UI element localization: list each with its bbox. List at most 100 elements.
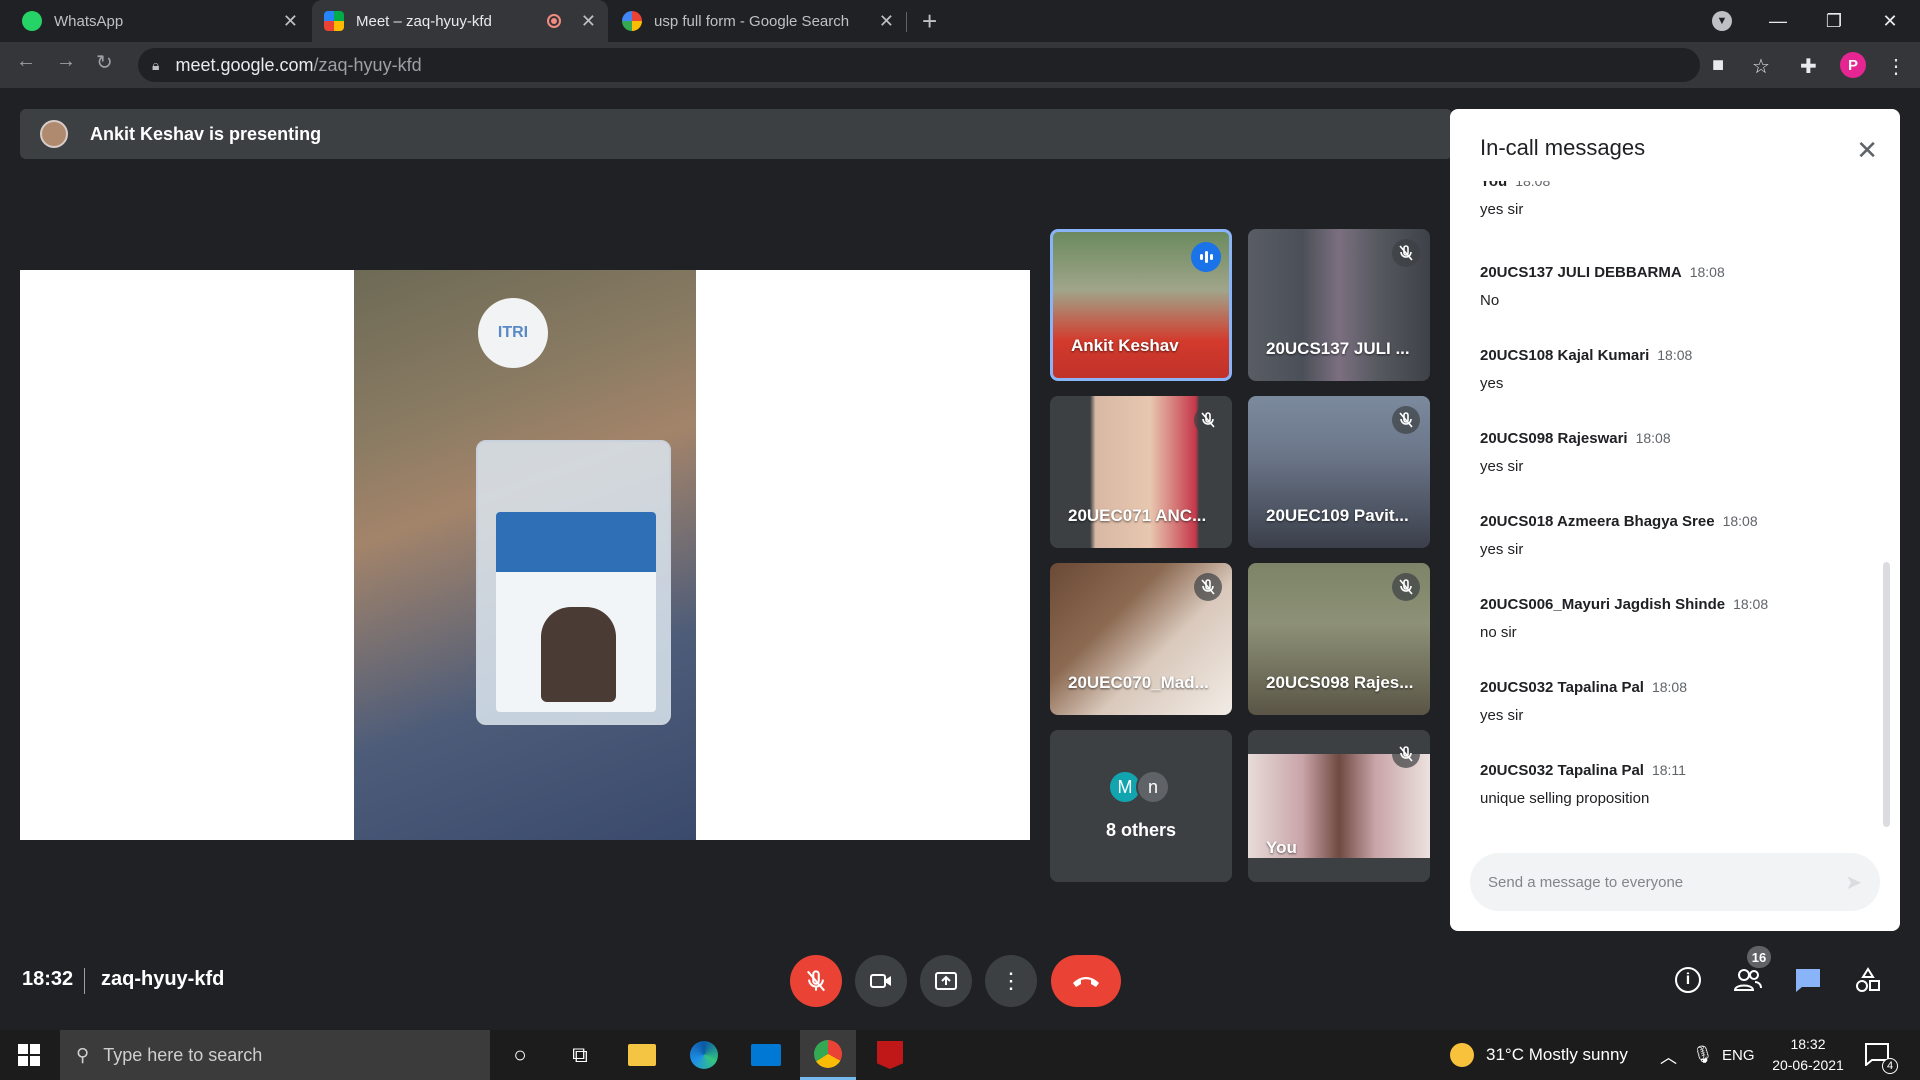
more-options-button[interactable]: ⋮ — [985, 955, 1037, 1007]
close-tab-icon[interactable]: ✕ — [879, 11, 894, 32]
message-time: 18:08 — [1651, 679, 1688, 695]
new-tab-button[interactable]: + — [922, 6, 937, 37]
others-tile[interactable]: M n 8 others — [1050, 730, 1232, 882]
message-text: yes sir — [1480, 201, 1524, 218]
mic-off-icon — [806, 970, 826, 992]
meeting-details-button[interactable]: i — [1672, 964, 1704, 996]
message-input[interactable]: Send a message to everyone ➤ — [1470, 853, 1880, 911]
participant-tile[interactable]: 20UEC070_Mad... — [1050, 563, 1232, 715]
participant-tile[interactable]: 20UEC071 ANC... — [1050, 396, 1232, 548]
mail-icon[interactable] — [738, 1030, 794, 1080]
self-tile[interactable]: You — [1248, 730, 1430, 882]
show-hidden-icons[interactable]: ︿ — [1660, 1030, 1677, 1080]
input-language[interactable]: ENG — [1722, 1030, 1755, 1080]
close-tab-icon[interactable]: ✕ — [283, 11, 298, 32]
minimize-button[interactable]: — — [1750, 0, 1806, 42]
taskbar-search-placeholder: Type here to search — [103, 1044, 263, 1065]
tab-whatsapp[interactable]: WhatsApp ✕ — [10, 0, 310, 42]
panel-title: In-call messages — [1480, 135, 1646, 160]
mcafee-icon[interactable] — [862, 1030, 918, 1080]
file-explorer-icon[interactable] — [614, 1030, 670, 1080]
extensions-icon[interactable]: ✚ — [1800, 54, 1817, 79]
close-window-button[interactable]: ✕ — [1862, 0, 1918, 42]
toggle-camera-button[interactable] — [855, 955, 907, 1007]
camera-in-use-icon[interactable]: ■ — [1712, 54, 1724, 77]
tab-title: usp full form - Google Search — [654, 12, 850, 30]
meet-icon — [324, 11, 344, 31]
mic-muted-icon — [1194, 573, 1222, 601]
message-sender: 20UCS032 Tapalina Pal — [1480, 679, 1644, 696]
participant-name: You — [1266, 838, 1297, 857]
task-view-icon[interactable]: ⧉ — [552, 1030, 608, 1080]
message-time: 18:08 — [1515, 181, 1551, 189]
send-icon[interactable]: ➤ — [1845, 870, 1862, 895]
participant-tile[interactable]: 20UCS098 Rajes... — [1248, 563, 1430, 715]
others-avatars: M n — [1108, 770, 1170, 804]
bookmark-star-icon[interactable]: ☆ — [1752, 54, 1770, 79]
people-button[interactable] — [1732, 964, 1764, 996]
close-tab-icon[interactable]: ✕ — [581, 11, 596, 32]
toggle-mic-button[interactable] — [790, 955, 842, 1007]
microphone-icon[interactable]: 🎙︎ — [1692, 1030, 1714, 1080]
message-time: 18:08 — [1635, 430, 1671, 446]
more-vert-icon: ⋮ — [1000, 968, 1022, 993]
participant-name: 20UCS098 Rajes... — [1266, 673, 1414, 692]
close-icon[interactable]: ✕ — [1856, 135, 1878, 166]
message-time: 18:11 — [1651, 762, 1686, 778]
participant-tile[interactable]: 20UCS137 JULI ... — [1248, 229, 1430, 381]
address-bar[interactable]: 🔒︎ meet.google.com/zaq-hyuy-kfd — [138, 48, 1700, 82]
chrome-icon[interactable] — [800, 1030, 856, 1080]
tab-title: Meet – zaq-hyuy-kfd — [356, 12, 492, 30]
participant-name: 20UEC070_Mad... — [1068, 673, 1209, 692]
chat-button[interactable] — [1792, 964, 1824, 996]
tab-meet[interactable]: Meet – zaq-hyuy-kfd ✕ — [312, 0, 608, 42]
leave-call-button[interactable] — [1051, 955, 1121, 1007]
participant-tile[interactable]: Ankit Keshav — [1050, 229, 1232, 381]
weather-text: 31°C Mostly sunny — [1486, 1045, 1628, 1064]
participant-name: Ankit Keshav — [1071, 336, 1179, 355]
divider — [84, 968, 85, 994]
avatar: n — [1136, 770, 1170, 804]
menu-kebab-icon[interactable]: ⋮ — [1886, 54, 1906, 79]
present-screen-icon — [935, 972, 957, 990]
reload-button[interactable]: ↻ — [96, 50, 113, 75]
list-item: 20UCS108 Kajal Kumari 18:08 yes — [1480, 347, 1880, 392]
weather-widget[interactable]: 31°C Mostly sunny — [1450, 1030, 1628, 1080]
cortana-icon[interactable]: ○ — [492, 1030, 548, 1080]
chat-scrollbar[interactable] — [1883, 562, 1890, 827]
message-text: No — [1480, 292, 1500, 309]
url-path: /zaq-hyuy-kfd — [313, 54, 422, 75]
presenter-avatar — [40, 120, 68, 148]
message-sender: 20UCS108 Kajal Kumari — [1480, 347, 1650, 364]
message-sender: 20UCS098 Rajeswari — [1480, 430, 1628, 447]
camera-icon — [870, 974, 891, 988]
participant-tile[interactable]: 20UEC109 Pavit... — [1248, 396, 1430, 548]
message-time: 18:08 — [1689, 264, 1725, 280]
back-button[interactable]: ← — [16, 50, 36, 73]
present-now-button[interactable] — [920, 955, 972, 1007]
message-list[interactable]: You 18:08 yes sir 20UCS137 JULI DEBBARMA 1… — [1480, 181, 1880, 841]
restore-button[interactable]: ❐ — [1806, 0, 1862, 42]
tab-search-button[interactable]: ▼ — [1694, 0, 1750, 42]
action-center-button[interactable]: 4 — [1864, 1042, 1898, 1074]
tab-google-search[interactable]: usp full form - Google Search ✕ — [610, 0, 906, 42]
taskbar-clock[interactable]: 18:32 20-06-2021 — [1768, 1034, 1848, 1076]
windows-start-button[interactable] — [18, 1044, 40, 1071]
edge-icon[interactable] — [676, 1030, 732, 1080]
message-text: no sir — [1480, 624, 1517, 641]
search-icon: ⚲ — [76, 1044, 90, 1065]
activities-button[interactable] — [1852, 964, 1884, 996]
id-card-header — [496, 512, 656, 572]
mic-muted-icon — [1392, 740, 1420, 768]
taskbar-search-box[interactable]: ⚲ Type here to search — [60, 1030, 490, 1080]
id-badge-image — [476, 440, 671, 725]
meeting-code: zaq-hyuy-kfd — [101, 968, 225, 990]
forward-button[interactable]: → — [56, 50, 76, 73]
lock-icon: 🔒︎ — [152, 56, 160, 73]
mic-muted-icon — [1392, 573, 1420, 601]
list-item: 20UCS032 Tapalina Pal 18:08 yes sir — [1480, 679, 1880, 724]
profile-avatar[interactable]: P — [1840, 52, 1866, 78]
list-item: 20UCS098 Rajeswari 18:08 yes sir — [1480, 430, 1880, 475]
message-time: 18:08 — [1657, 347, 1693, 363]
info-icon: i — [1675, 967, 1701, 993]
